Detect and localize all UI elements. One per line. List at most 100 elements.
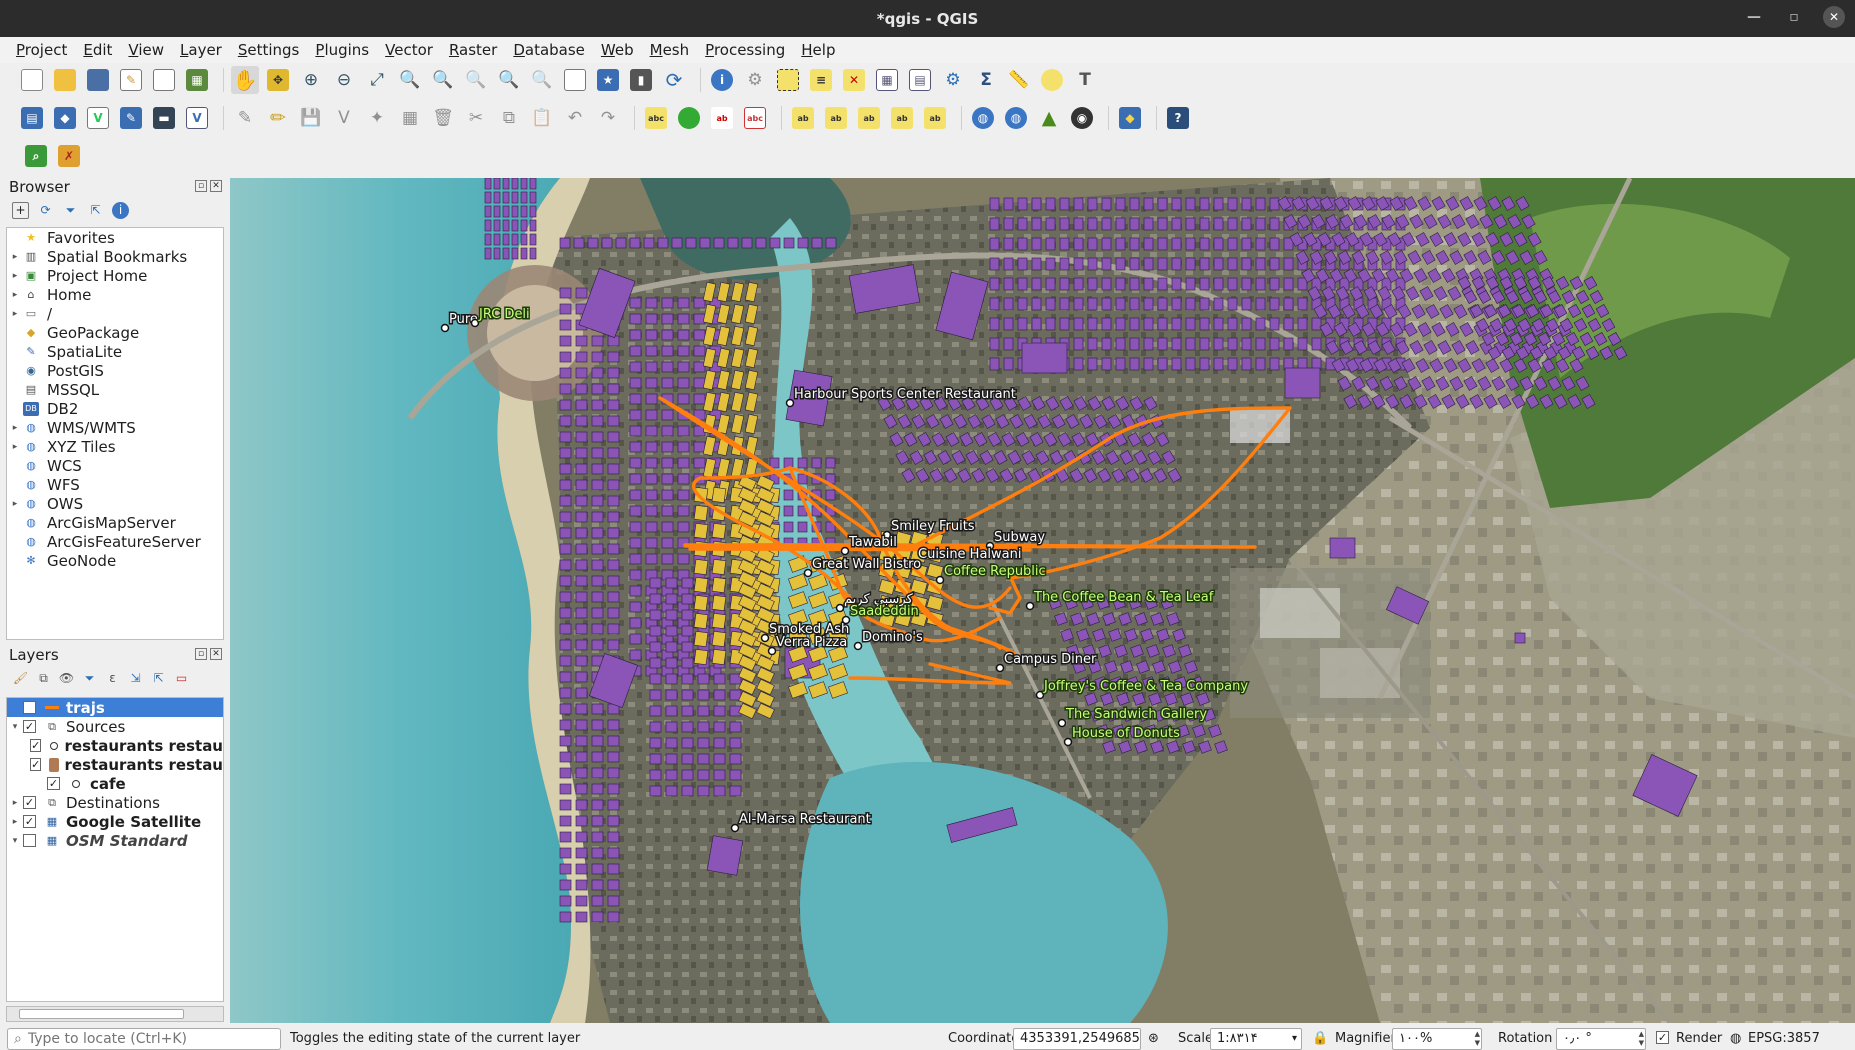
zoom-to-layer-icon[interactable]: 🔍 [429,66,457,94]
menu-edit[interactable]: Edit [75,41,120,59]
locator-input[interactable] [27,1031,258,1047]
browser-item[interactable]: ✎ SpatiaLite [7,342,223,361]
vertex-tool-icon[interactable]: ✦ [363,104,391,132]
coordinate-field[interactable]: 4353391,2549685 [1013,1028,1141,1050]
scrollbar-thumb[interactable] [19,1009,184,1019]
add-feature-icon[interactable]: V [330,104,358,132]
expand-arrow-icon[interactable]: ▸ [7,309,23,319]
identify-icon[interactable]: i [708,66,736,94]
new-project-icon[interactable] [18,66,46,94]
layer-row[interactable]: ▾ ✓ ⧉ Sources [7,717,223,736]
spinner-arrows-icon[interactable]: ▲ ▼ [1475,1030,1480,1048]
layer-row[interactable]: ✓ restaurants restau [7,755,223,774]
help-icon[interactable]: ? [1164,104,1192,132]
browser-item[interactable]: ◍ ArcGisFeatureServer [7,532,223,551]
browser-item[interactable]: ▤ MSSQL [7,380,223,399]
add-selected-layers-icon[interactable]: + [12,201,29,219]
refresh-icon[interactable]: ⟳ [660,66,688,94]
map-canvas[interactable]: Pure Harbour Sports Center Restaurant Smil… [230,178,1855,1023]
show-hide-label-icon[interactable]: ab [822,104,850,132]
menu-view[interactable]: View [120,41,172,59]
scale-field[interactable]: 1:۸۳۱۴ ▾ [1210,1028,1302,1050]
properties-icon[interactable]: i [112,201,129,219]
menu-settings[interactable]: Settings [230,41,308,59]
chevron-down-icon[interactable]: ▾ [1292,1029,1297,1049]
layer-visibility-checkbox[interactable]: ✓ [30,758,42,771]
delete-selected-icon[interactable]: 🗑 [429,104,457,132]
python-console-icon[interactable]: ◆ [1116,104,1144,132]
browser-item[interactable]: DB DB2 [7,399,223,418]
menu-plugins[interactable]: Plugins [307,41,377,59]
highlight-pinned-labels-icon[interactable]: ab [708,104,736,132]
plugin-search-icon[interactable]: ⌕ [22,142,50,170]
layer-row[interactable]: ▸ ✓ ⧉ Destinations [7,793,223,812]
expand-arrow-icon[interactable]: ▾ [7,836,23,846]
zoom-last-icon[interactable]: 🔍 [495,66,523,94]
browser-item[interactable]: ▸ ◍ XYZ Tiles [7,437,223,456]
zoom-in-icon[interactable]: ⊕ [297,66,325,94]
toggle-editing-icon[interactable]: ✏ [264,104,292,132]
collapse-all-layers-icon[interactable]: ⇱ [150,670,167,687]
modify-attributes-icon[interactable]: ▦ [396,104,424,132]
new-spatialite-icon[interactable]: V [183,104,211,132]
browser-item[interactable]: ▸ ▭ / [7,304,223,323]
render-checkbox[interactable]: ✓ [1656,1031,1669,1044]
zoom-to-selection-icon[interactable]: 🔍 [396,66,424,94]
browser-item[interactable]: ✻ GeoNode [7,551,223,570]
browser-item[interactable]: ▸ ▣ Project Home [7,266,223,285]
pan-to-selection-icon[interactable]: ✥ [264,66,292,94]
layer-styling-icon[interactable]: 🖌 [12,670,29,687]
menu-vector[interactable]: Vector [377,41,441,59]
menu-help[interactable]: Help [793,41,843,59]
open-project-icon[interactable] [51,66,79,94]
save-as-icon[interactable]: ✎ [117,66,145,94]
close-panel-icon[interactable]: ✕ [210,648,222,660]
layer-visibility-checkbox[interactable]: ✓ [47,777,60,790]
new-geopackage-icon[interactable]: ◆ [51,104,79,132]
browser-item[interactable]: ◍ WCS [7,456,223,475]
layer-visibility-checkbox[interactable]: ✓ [23,815,36,828]
layer-visibility-checkbox[interactable]: ✓ [23,796,36,809]
new-shapefile-icon[interactable]: V [84,104,112,132]
paste-features-icon[interactable]: 📋 [528,104,556,132]
show-bookmarks-icon[interactable]: ▮ [627,66,655,94]
close-panel-icon[interactable]: ✕ [210,180,222,192]
browser-item[interactable]: ▸ ⌂ Home [7,285,223,304]
measure-icon[interactable]: 📏 [1005,66,1033,94]
zoom-next-icon[interactable]: 🔍 [528,66,556,94]
expand-arrow-icon[interactable]: ▾ [7,722,23,732]
toolbox-icon[interactable]: ⚙ [939,66,967,94]
magnifier-field[interactable]: ۱۰۰% ▲ ▼ [1392,1028,1482,1050]
layer-row[interactable]: ▾ ▦ OSM Standard [7,831,223,850]
browser-item[interactable]: ▸ ▥ Spatial Bookmarks [7,247,223,266]
add-wms-icon[interactable]: ◍ [969,104,997,132]
menu-layer[interactable]: Layer [172,41,230,59]
minimize-icon[interactable]: — [1743,6,1765,28]
layer-visibility-checkbox[interactable]: ✓ [30,739,42,752]
diagram-icon[interactable] [675,104,703,132]
rotation-field[interactable]: ۰٫۰ ° ▲ ▼ [1556,1028,1646,1050]
new-bookmark-icon[interactable]: ★ [594,66,622,94]
remove-layer-icon[interactable]: ▭ [173,670,190,687]
label-toolbar-icon[interactable]: abc [642,104,670,132]
layer-row[interactable]: ▸ ✓ ▦ Google Satellite [7,812,223,831]
maximize-icon[interactable]: ▫ [1783,6,1805,28]
expand-arrow-icon[interactable]: ▸ [7,442,23,452]
action-icon[interactable]: ⚙ [741,66,769,94]
toggle-extents-icon[interactable]: ⊛ [1148,1031,1159,1046]
copy-features-icon[interactable]: ⧉ [495,104,523,132]
manage-themes-icon[interactable]: 👁 [58,670,75,687]
menu-mesh[interactable]: Mesh [642,41,698,59]
menu-web[interactable]: Web [593,41,642,59]
filter-expression-icon[interactable]: ε [104,670,121,687]
expand-arrow-icon[interactable]: ▸ [7,290,23,300]
attribute-table-icon[interactable]: ▦ [873,66,901,94]
zoom-native-icon[interactable]: 🔍 [462,66,490,94]
add-group-icon[interactable]: ⧉ [35,670,52,687]
expand-all-icon[interactable]: ⇲ [127,670,144,687]
new-virtual-layer-icon[interactable]: ▬ [150,104,178,132]
map-svg[interactable]: PureHarbour Sports Center RestaurantSmil… [230,178,1855,1023]
collapse-all-icon[interactable]: ⇱ [87,202,104,219]
select-by-value-icon[interactable]: ≡ [807,66,835,94]
browser-item[interactable]: ◉ PostGIS [7,361,223,380]
